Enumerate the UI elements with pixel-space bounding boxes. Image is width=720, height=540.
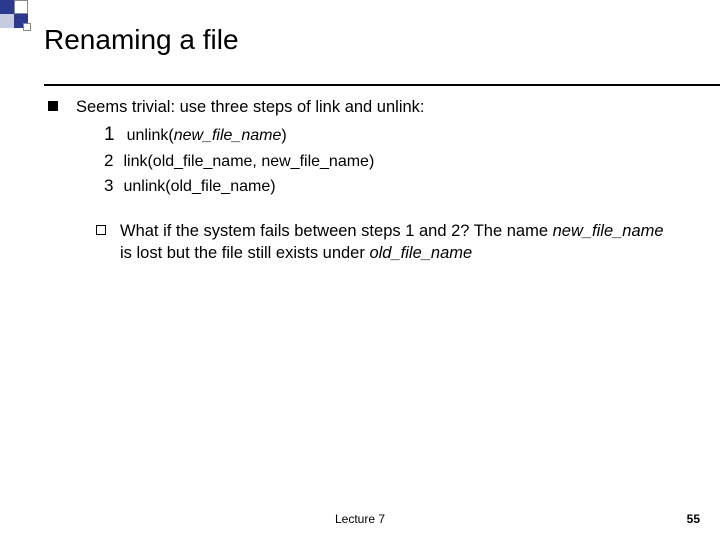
step-text: unlink(old_file_name) [123, 176, 275, 198]
title-area: Renaming a file [44, 24, 700, 62]
bullet-text: Seems trivial: use three steps of link a… [76, 96, 425, 118]
sub-text-italic: new_file_name [553, 222, 664, 240]
title-underline [44, 84, 720, 86]
slide-content: Seems trivial: use three steps of link a… [48, 96, 680, 266]
square-bullet-icon [48, 101, 58, 111]
step-number: 2 [104, 150, 113, 173]
step-text-italic: new_file_name [174, 127, 282, 144]
step-line: 1 unlink(new_file_name) [104, 122, 680, 148]
step-text: unlink(new_file_name) [127, 125, 287, 147]
sub-text-fragment: is lost but the file still exists under [120, 244, 369, 262]
sub-text-fragment: What if the system fails between steps 1… [120, 222, 553, 240]
deco-square [0, 0, 14, 14]
deco-square [14, 0, 28, 14]
step-number: 1 [104, 122, 115, 148]
step-line: 3 unlink(old_file_name) [104, 175, 680, 198]
sub-bullet-text: What if the system fails between steps 1… [120, 220, 680, 265]
deco-square [23, 23, 31, 31]
sub-text-italic: old_file_name [369, 244, 472, 262]
step-text-fragment: unlink( [127, 127, 174, 144]
slide-title: Renaming a file [44, 24, 700, 62]
step-text: link(old_file_name, new_file_name) [123, 151, 374, 173]
footer-center-text: Lecture 7 [335, 512, 385, 526]
deco-square [0, 14, 14, 28]
steps-block: 1 unlink(new_file_name) 2 link(old_file_… [104, 122, 680, 198]
slide-number: 55 [687, 512, 700, 526]
step-text-fragment: ) [281, 127, 286, 144]
step-line: 2 link(old_file_name, new_file_name) [104, 150, 680, 173]
bullet-row: Seems trivial: use three steps of link a… [48, 96, 680, 118]
sub-bullet-row: What if the system fails between steps 1… [96, 220, 680, 265]
hollow-square-bullet-icon [96, 225, 106, 235]
step-number: 3 [104, 175, 113, 198]
